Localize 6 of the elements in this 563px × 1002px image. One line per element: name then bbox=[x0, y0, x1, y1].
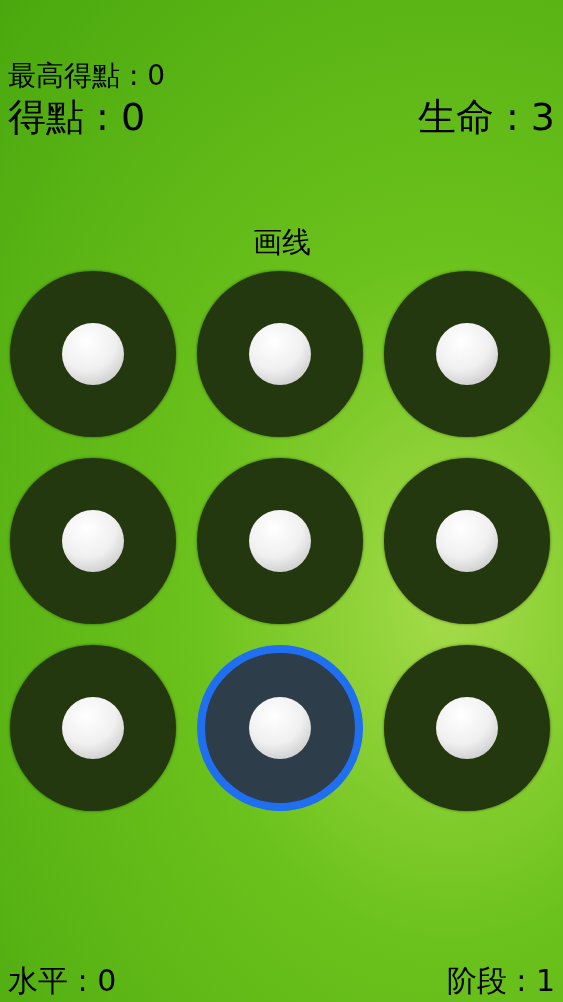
lives-text: 生命 : 3 bbox=[417, 94, 555, 140]
instruction-text: 画线 bbox=[252, 224, 311, 260]
level-text: 水平 : 0 bbox=[8, 962, 117, 1000]
high-score-text: 最高得點 : 0 bbox=[8, 58, 166, 94]
stage-text: 阶段 : 1 bbox=[446, 962, 555, 1000]
score-text: 得點 : 0 bbox=[8, 94, 146, 140]
